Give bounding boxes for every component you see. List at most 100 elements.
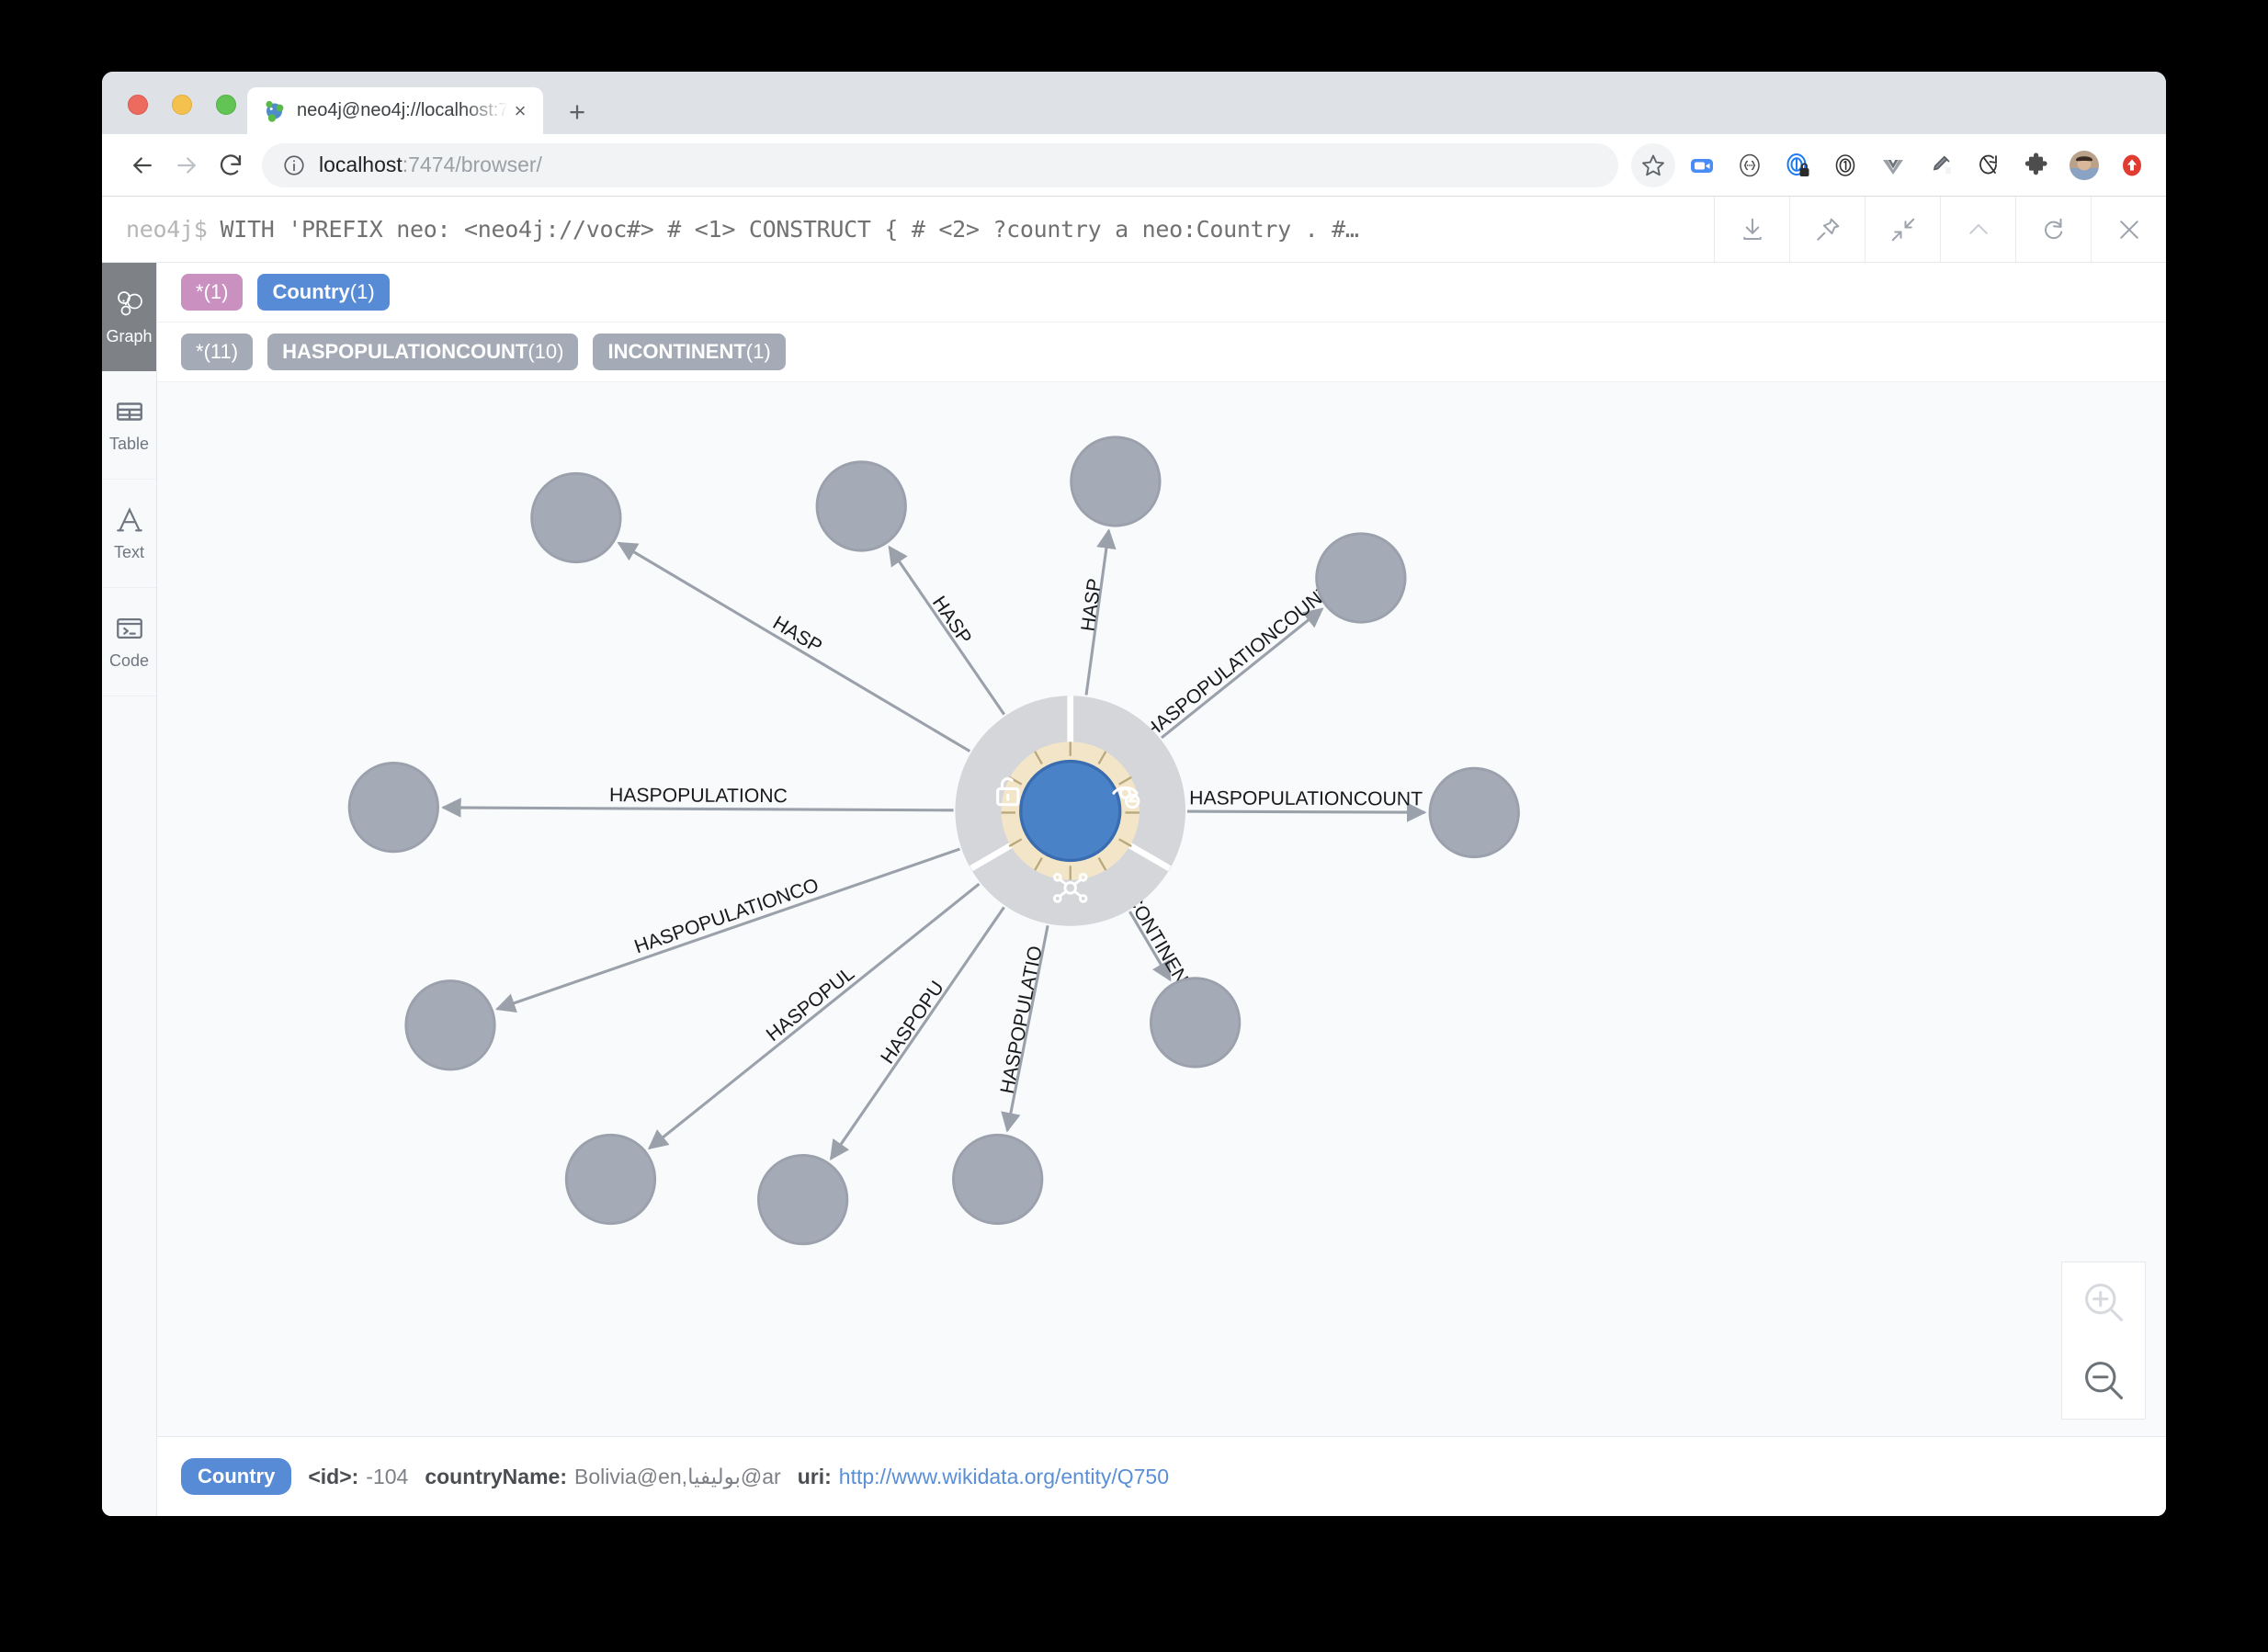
edge-label: HASPOPULATIO <box>997 945 1047 1096</box>
inspector-uri-pair: uri: http://www.wikidata.org/entity/Q750 <box>798 1465 1169 1489</box>
legend-chip-wildcard-rel[interactable]: *(11) <box>181 334 254 370</box>
sidebar-item-table[interactable]: Table <box>102 371 156 480</box>
legend-chip-wildcard-node[interactable]: *(1) <box>181 274 244 311</box>
query-input[interactable]: neo4j$ WITH 'PREFIX neo: <neo4j://voc#> … <box>102 197 1714 262</box>
bookmark-star-icon[interactable] <box>1631 142 1675 187</box>
chip-count: (1) <box>349 280 375 303</box>
graph-node[interactable] <box>564 1133 657 1226</box>
inspector-id-value: -104 <box>366 1464 409 1488</box>
graph-visualization[interactable]: HASP HASP HASP HASPOPULATIONCOUNTHASPOPULAT… <box>157 382 2166 1436</box>
back-button[interactable] <box>120 143 164 187</box>
url-host: localhost <box>319 153 403 176</box>
inspector-name-key: countryName: <box>425 1464 567 1488</box>
graph-node[interactable] <box>1315 532 1407 624</box>
graph-panel: *(1) Country(1) *(11) HASPOPULATIONCOUNT… <box>157 263 2166 1516</box>
graph-node[interactable] <box>1428 766 1520 859</box>
graph-node[interactable] <box>1070 436 1162 527</box>
graph-canvas[interactable]: HASP HASP HASP HASPOPULATIONCOUNT HASPOPULAT… <box>157 382 2166 1437</box>
upload-arrow-icon[interactable] <box>2111 144 2153 187</box>
sidebar-item-label: Text <box>113 543 144 561</box>
center-node-country[interactable] <box>1019 759 1122 863</box>
new-tab-button[interactable]: + <box>561 97 593 129</box>
graph-node[interactable] <box>530 471 622 564</box>
browser-toolbar: localhost:7474/browser/ <box>102 134 2166 197</box>
sidebar-item-text[interactable]: Text <box>102 480 156 588</box>
pin-button[interactable] <box>1789 197 1865 262</box>
graph-node[interactable] <box>756 1154 849 1246</box>
chip-label: * <box>196 280 204 303</box>
inspector-uri-link[interactable]: http://www.wikidata.org/entity/Q750 <box>839 1465 1169 1489</box>
node-legend-row: *(1) Country(1) <box>157 263 2166 322</box>
edge-label: HASP <box>1078 577 1106 632</box>
close-window-button[interactable] <box>128 95 148 115</box>
edge-label: HASP <box>769 612 825 657</box>
edge-label: HASPOPU <box>877 978 948 1068</box>
edge-label: HASPOPUL <box>763 963 859 1046</box>
site-info-icon[interactable] <box>282 153 306 177</box>
rerun-button[interactable] <box>2015 197 2091 262</box>
legend-chip-haspopulationcount[interactable]: HASPOPULATIONCOUNT(10) <box>267 334 579 370</box>
vue-devtools-icon[interactable] <box>1872 144 1914 187</box>
chevron-up-button[interactable] <box>1940 197 2015 262</box>
profile-avatar[interactable] <box>2063 144 2105 187</box>
graph-node[interactable] <box>1149 977 1242 1069</box>
inspector-name-pair: countryName: Bolivia@en,بوليفيا@ar <box>425 1465 780 1489</box>
graph-edge[interactable] <box>441 798 954 818</box>
zoom-controls <box>2061 1262 2146 1420</box>
download-button[interactable] <box>1714 197 1789 262</box>
chip-count: (10) <box>527 340 564 363</box>
reload-button[interactable] <box>209 143 253 187</box>
sidebar-item-label: Code <box>108 651 150 670</box>
result-frame: Graph Table Text Code *(1) Country(1) *(… <box>102 263 2166 1516</box>
address-bar[interactable]: localhost:7474/browser/ <box>262 142 1618 187</box>
refresh-circle-icon[interactable] <box>1967 144 2010 187</box>
tab-title: neo4j@neo4j://localhost:7687/ <box>297 100 508 120</box>
chip-label: HASPOPULATIONCOUNT <box>282 340 528 363</box>
zoom-video-icon[interactable] <box>1681 144 1723 187</box>
sidebar-item-label: Graph <box>106 327 153 345</box>
puzzle-extensions-icon[interactable] <box>2015 144 2058 187</box>
maximize-window-button[interactable] <box>216 95 236 115</box>
selected-node-group[interactable] <box>955 696 1186 926</box>
onepassword-icon[interactable] <box>1824 144 1866 187</box>
inspector-id-pair: <id>: -104 <box>308 1465 408 1489</box>
zoom-out-icon[interactable] <box>2074 1351 2133 1409</box>
browser-window: neo4j@neo4j://localhost:7687/ × + localh… <box>102 72 2166 1516</box>
browser-tab[interactable]: neo4j@neo4j://localhost:7687/ × <box>247 87 543 134</box>
sidebar-item-label: Table <box>108 435 150 453</box>
legend-chip-incontinent[interactable]: INCONTINENT(1) <box>593 334 786 370</box>
graph-nodes[interactable] <box>347 436 1520 1246</box>
inspector-uri-key: uri: <box>797 1464 832 1488</box>
forward-button[interactable] <box>164 143 209 187</box>
chip-count: (1) <box>745 340 771 363</box>
collapse-button[interactable] <box>1865 197 1940 262</box>
graph-node[interactable] <box>815 460 907 552</box>
query-editor-bar: neo4j$ WITH 'PREFIX neo: <neo4j://voc#> … <box>102 197 2166 263</box>
tab-strip: neo4j@neo4j://localhost:7687/ × + <box>102 72 2166 134</box>
graph-node[interactable] <box>404 979 496 1071</box>
lock-circle-icon[interactable] <box>1776 144 1819 187</box>
braces-circle-icon[interactable] <box>1729 144 1771 187</box>
status-badge[interactable]: Country <box>181 1458 292 1495</box>
graph-edge[interactable] <box>1161 607 1324 740</box>
chip-label: Country <box>272 280 350 303</box>
extension-icons <box>1681 144 2153 187</box>
legend-chip-country[interactable]: Country(1) <box>257 274 390 311</box>
edge-label: HASPOPULATIONCOUNT <box>1140 581 1336 743</box>
minimize-window-button[interactable] <box>172 95 192 115</box>
close-tab-button[interactable]: × <box>508 99 532 123</box>
graph-edge[interactable] <box>494 847 960 1013</box>
neo4j-favicon <box>262 99 286 123</box>
zoom-in-icon[interactable] <box>2074 1273 2133 1331</box>
eyedropper-icon[interactable] <box>1920 144 1962 187</box>
graph-node[interactable] <box>952 1133 1044 1226</box>
graph-edge[interactable] <box>617 541 971 752</box>
graph-node[interactable] <box>347 762 439 854</box>
url-path: :7474/browser/ <box>402 153 542 176</box>
sidebar-item-code[interactable]: Code <box>102 588 156 696</box>
graph-edge[interactable] <box>1186 802 1427 822</box>
chip-count: (11) <box>203 340 239 363</box>
close-button[interactable] <box>2091 197 2166 262</box>
query-prompt: neo4j$ <box>126 216 208 243</box>
sidebar-item-graph[interactable]: Graph <box>102 263 156 371</box>
